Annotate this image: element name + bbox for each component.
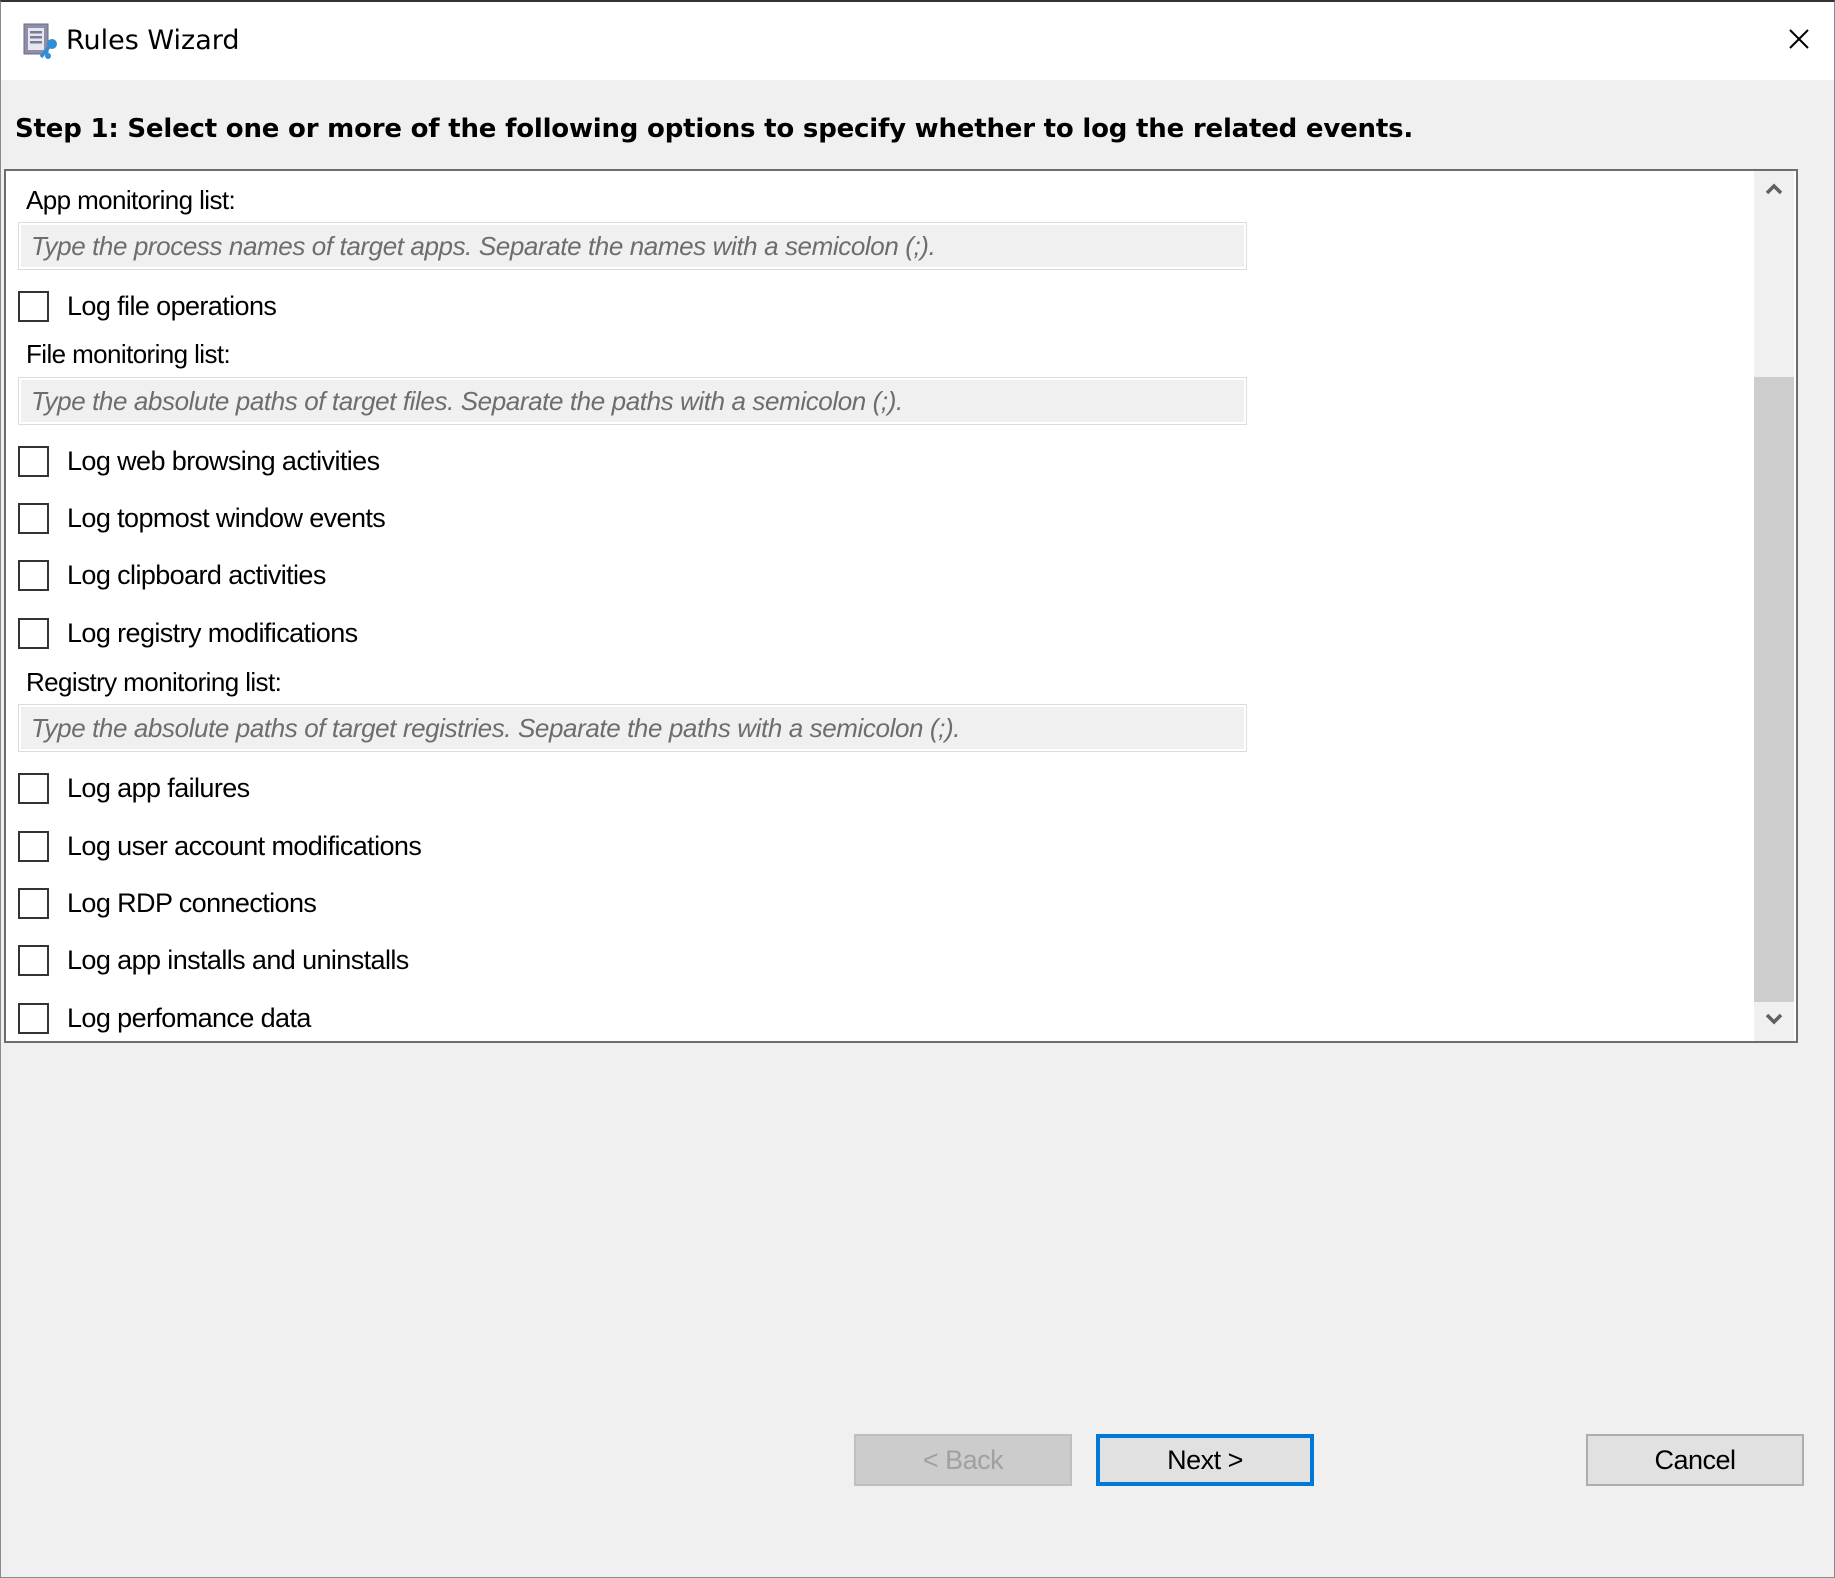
window-title: Rules Wizard bbox=[66, 25, 240, 56]
checkbox-box[interactable] bbox=[18, 502, 49, 534]
scroll-up-button[interactable] bbox=[1754, 171, 1794, 211]
vertical-scrollbar[interactable] bbox=[1754, 171, 1794, 1041]
checkbox-label: Log perfomance data bbox=[67, 1002, 311, 1033]
title-bar: Rules Wizard bbox=[1, 2, 1834, 80]
step-heading: Step 1: Select one or more of the follow… bbox=[15, 114, 1414, 144]
checkbox-label: Log clipboard activities bbox=[67, 559, 326, 590]
app-monitoring-field-frame bbox=[18, 222, 1247, 270]
registry-monitoring-field-frame bbox=[18, 704, 1247, 752]
checkbox-box[interactable] bbox=[18, 830, 49, 862]
options-panel: App monitoring list: Log file operations… bbox=[4, 169, 1798, 1043]
checkbox-box[interactable] bbox=[18, 1002, 49, 1034]
log-app-installs-checkbox[interactable]: Log app installs and uninstalls bbox=[18, 942, 409, 978]
log-rdp-checkbox[interactable]: Log RDP connections bbox=[18, 885, 317, 921]
scroll-thumb[interactable] bbox=[1754, 377, 1794, 1002]
log-user-account-checkbox[interactable]: Log user account modifications bbox=[18, 828, 422, 864]
checkbox-box[interactable] bbox=[18, 445, 49, 477]
checkbox-label: Log user account modifications bbox=[67, 830, 422, 861]
back-button[interactable]: < Back bbox=[854, 1434, 1072, 1486]
checkbox-box[interactable] bbox=[18, 944, 49, 976]
rules-wizard-window: Rules Wizard Step 1: Select one or more … bbox=[0, 0, 1835, 1578]
log-clipboard-checkbox[interactable]: Log clipboard activities bbox=[18, 557, 326, 593]
close-icon bbox=[1788, 28, 1810, 55]
checkbox-label: Log RDP connections bbox=[67, 887, 317, 918]
log-app-failures-checkbox[interactable]: Log app failures bbox=[18, 770, 250, 806]
checkbox-label: Log file operations bbox=[67, 290, 277, 321]
file-monitoring-input[interactable] bbox=[21, 380, 1244, 422]
scroll-down-button[interactable] bbox=[1754, 1001, 1794, 1041]
next-button[interactable]: Next > bbox=[1096, 1434, 1314, 1486]
cancel-button[interactable]: Cancel bbox=[1586, 1434, 1804, 1486]
checkbox-label: Log registry modifications bbox=[67, 617, 358, 648]
checkbox-box[interactable] bbox=[18, 290, 49, 322]
registry-monitoring-input[interactable] bbox=[21, 707, 1244, 749]
file-monitoring-field-frame bbox=[18, 377, 1247, 425]
checkbox-box[interactable] bbox=[18, 772, 49, 804]
checkbox-label: Log app failures bbox=[67, 772, 250, 803]
log-topmost-window-checkbox[interactable]: Log topmost window events bbox=[18, 500, 386, 536]
log-web-browsing-checkbox[interactable]: Log web browsing activities bbox=[18, 443, 380, 479]
checkbox-box[interactable] bbox=[18, 559, 49, 591]
app-monitoring-input[interactable] bbox=[21, 225, 1244, 267]
checkbox-box[interactable] bbox=[18, 617, 49, 649]
file-monitoring-label: File monitoring list: bbox=[26, 339, 231, 369]
log-performance-checkbox[interactable]: Log perfomance data bbox=[18, 1000, 311, 1036]
chevron-up-icon bbox=[1765, 182, 1783, 200]
checkbox-label: Log app installs and uninstalls bbox=[67, 944, 409, 975]
checkbox-label: Log topmost window events bbox=[67, 502, 386, 533]
registry-monitoring-label: Registry monitoring list: bbox=[26, 667, 282, 697]
checkbox-label: Log web browsing activities bbox=[67, 445, 380, 476]
chevron-down-icon bbox=[1765, 1012, 1783, 1030]
checkbox-box[interactable] bbox=[18, 887, 49, 919]
app-monitoring-label: App monitoring list: bbox=[26, 185, 236, 215]
rules-wizard-icon bbox=[21, 22, 61, 62]
close-button[interactable] bbox=[1764, 2, 1834, 80]
log-registry-checkbox[interactable]: Log registry modifications bbox=[18, 615, 358, 651]
log-file-operations-checkbox[interactable]: Log file operations bbox=[18, 288, 277, 324]
